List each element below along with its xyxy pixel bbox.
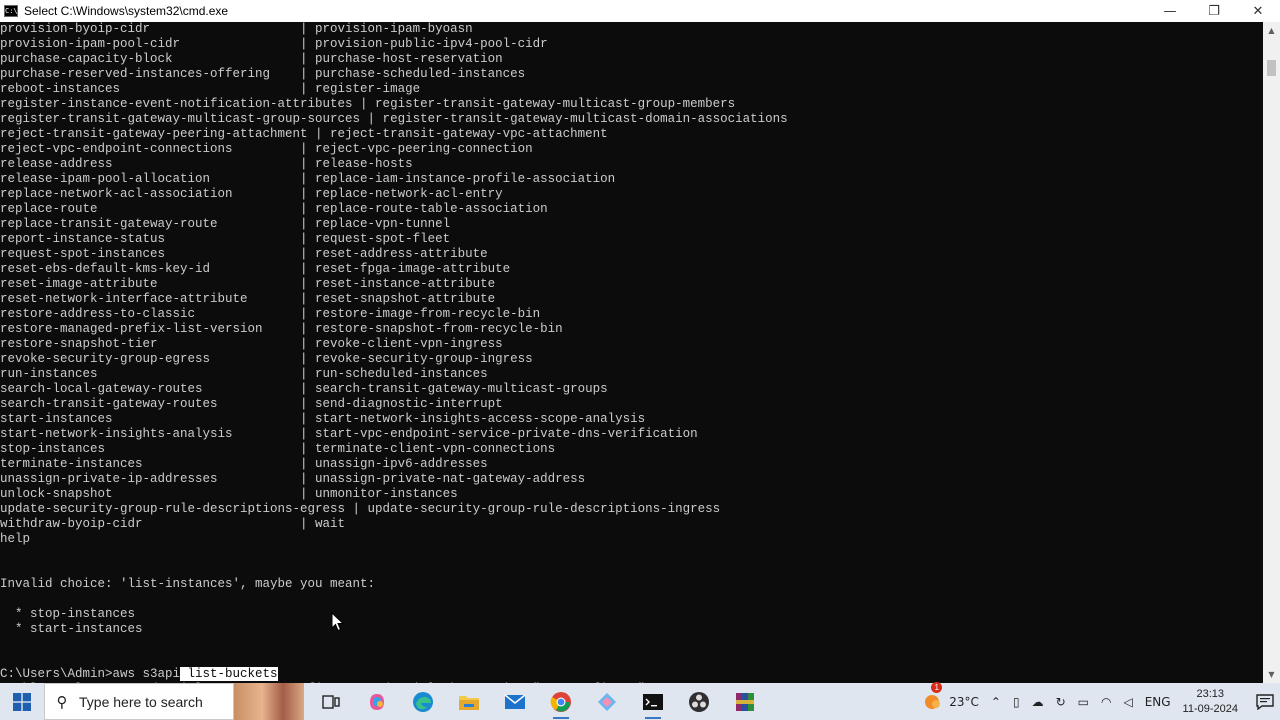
command-prompt: C:\Users\Admin>aws s3api	[0, 667, 181, 681]
weather-temperature: 23°C	[949, 694, 979, 709]
console-line: restore-snapshot-tier | revoke-client-vp…	[0, 337, 503, 351]
mail-icon[interactable]	[492, 683, 538, 720]
console-line: reset-image-attribute | reset-instance-a…	[0, 277, 496, 291]
edge-icon[interactable]	[400, 683, 446, 720]
console-line: stop-instances | terminate-client-vpn-co…	[0, 442, 556, 456]
console-line: update-security-group-rule-descriptions-…	[0, 502, 721, 516]
console-line: run-instances | run-scheduled-instances	[0, 367, 488, 381]
notifications-icon[interactable]	[1250, 683, 1280, 720]
winrar-icon[interactable]	[722, 683, 768, 720]
scrollbar-thumb[interactable]	[1267, 60, 1276, 76]
console-line: withdraw-byoip-cidr | wait	[0, 517, 346, 531]
chrome-icon[interactable]	[538, 683, 584, 720]
copilot-icon[interactable]	[354, 683, 400, 720]
console-line: reset-network-interface-attribute | rese…	[0, 292, 496, 306]
tablet-icon[interactable]: ▯	[1013, 695, 1020, 709]
app-icon[interactable]	[584, 683, 630, 720]
command-prompt-line[interactable]: C:\Users\Admin>aws s3api list-buckets	[0, 667, 788, 682]
console-line: purchase-reserved-instances-offering | p…	[0, 67, 526, 81]
console-line: Invalid choice: 'list-instances', maybe …	[0, 577, 376, 591]
console-line: reject-vpc-endpoint-connections | reject…	[0, 142, 533, 156]
console-line: revoke-security-group-egress | revoke-se…	[0, 352, 533, 366]
console-line: register-transit-gateway-multicast-group…	[0, 112, 788, 126]
cloud-icon[interactable]: ☁	[1032, 695, 1044, 709]
console-line: reset-ebs-default-kms-key-id | reset-fpg…	[0, 262, 511, 276]
task-view-icon[interactable]	[308, 683, 354, 720]
scroll-up-arrow-icon[interactable]: ▲	[1263, 22, 1280, 39]
console-line: search-local-gateway-routes | search-tra…	[0, 382, 608, 396]
taskbar-search-box[interactable]: ⚲ Type here to search	[44, 683, 234, 720]
obs-icon[interactable]	[676, 683, 722, 720]
console-line: terminate-instances | unassign-ipv6-addr…	[0, 457, 488, 471]
close-button[interactable]: ✕	[1236, 0, 1280, 22]
console-line: unassign-private-ip-addresses | unassign…	[0, 472, 586, 486]
clock-date: 11-09-2024	[1182, 702, 1238, 715]
system-tray: 1 23°C ⌃ ▯ ☁ ↻ ▭ ◠ ◁ ENG 23:13 11-09-202…	[923, 681, 1280, 720]
console-line: provision-ipam-pool-cidr | provision-pub…	[0, 37, 548, 51]
search-highlight-image[interactable]	[234, 683, 304, 720]
cmd-icon: C:\	[4, 5, 18, 17]
console-line: replace-network-acl-association | replac…	[0, 187, 503, 201]
mouse-pointer-icon	[331, 612, 345, 632]
wifi-icon[interactable]: ◠	[1101, 695, 1111, 709]
console-line: purchase-capacity-block | purchase-host-…	[0, 52, 503, 66]
console-line: release-address | release-hosts	[0, 157, 413, 171]
weather-widget[interactable]: 1 23°C	[923, 681, 985, 712]
console-output[interactable]: provision-byoip-cidr | provision-ipam-by…	[0, 22, 1263, 683]
console-line: replace-transit-gateway-route | replace-…	[0, 217, 451, 231]
window-titlebar: C:\ Select C:\Windows\system32\cmd.exe —…	[0, 0, 1280, 22]
weather-icon	[925, 694, 941, 709]
console-line: register-instance-event-notification-att…	[0, 97, 736, 111]
minimize-button[interactable]: —	[1148, 0, 1192, 22]
window-title: Select C:\Windows\system32\cmd.exe	[24, 4, 229, 18]
clock[interactable]: 23:13 11-09-2024	[1183, 687, 1238, 717]
selected-text[interactable]: list-buckets	[180, 667, 278, 681]
file-explorer-icon[interactable]	[446, 683, 492, 720]
console-line: * stop-instances	[0, 607, 136, 621]
vertical-scrollbar[interactable]: ▲ ▼	[1263, 22, 1280, 683]
clock-time: 23:13	[1196, 687, 1225, 700]
console-line: search-transit-gateway-routes | send-dia…	[0, 397, 503, 411]
scroll-down-arrow-icon[interactable]: ▼	[1263, 666, 1280, 683]
console-line: help	[0, 532, 31, 546]
console-line: replace-route | replace-route-table-asso…	[0, 202, 548, 216]
console-line: reject-transit-gateway-peering-attachmen…	[0, 127, 608, 141]
search-icon: ⚲	[56, 692, 68, 711]
language-indicator[interactable]: ENG	[1145, 695, 1171, 709]
console-line: report-instance-status | request-spot-fl…	[0, 232, 451, 246]
volume-icon[interactable]: ◁	[1123, 695, 1132, 709]
console-line: start-instances | start-network-insights…	[0, 412, 646, 426]
console-lines: provision-byoip-cidr | provision-ipam-by…	[0, 22, 788, 683]
windows-logo-icon	[13, 692, 31, 711]
console-line: restore-managed-prefix-list-version | re…	[0, 322, 563, 336]
start-button[interactable]	[0, 683, 44, 720]
search-placeholder: Type here to search	[79, 693, 203, 710]
battery-icon[interactable]: ▭	[1078, 695, 1089, 709]
console-line: request-spot-instances | reset-address-a…	[0, 247, 488, 261]
window-controls: — ❐ ✕	[1148, 0, 1280, 22]
cmd-icon[interactable]	[630, 683, 676, 720]
chevron-up-icon[interactable]: ⌃	[991, 695, 1001, 709]
console-line: release-ipam-pool-allocation | replace-i…	[0, 172, 616, 186]
restore-button[interactable]: ❐	[1192, 0, 1236, 22]
sync-icon[interactable]: ↻	[1056, 695, 1066, 709]
notification-badge: 1	[931, 681, 943, 693]
console-line: unlock-snapshot | unmonitor-instances	[0, 487, 458, 501]
console-line: reboot-instances | register-image	[0, 82, 421, 96]
taskbar: ⚲ Type here to search 1 23°C ⌃ ▯ ☁ ↻ ▭ ◠…	[0, 681, 1280, 720]
console-line: start-network-insights-analysis | start-…	[0, 427, 698, 441]
console-line: provision-byoip-cidr | provision-ipam-by…	[0, 22, 473, 36]
console-line: restore-address-to-classic | restore-ima…	[0, 307, 541, 321]
console-line: * start-instances	[0, 622, 143, 636]
